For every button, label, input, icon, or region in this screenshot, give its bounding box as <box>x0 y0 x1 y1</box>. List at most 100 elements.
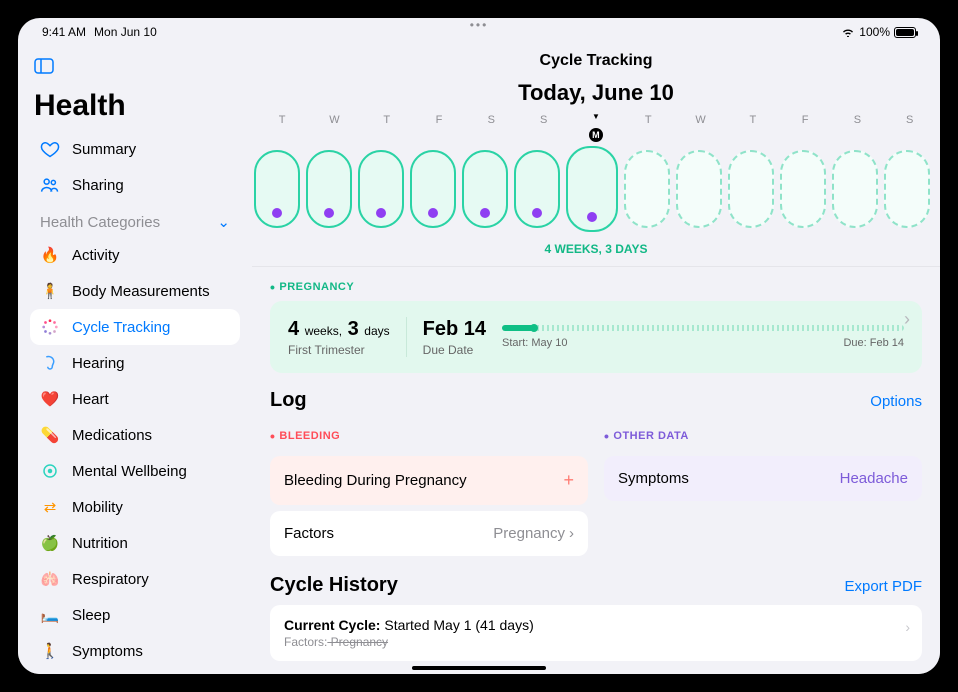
sidebar-item-mental[interactable]: Mental Wellbeing <box>30 453 240 489</box>
app-title: Health <box>30 89 240 131</box>
cycle-day-pill[interactable] <box>254 150 300 228</box>
sidebar-item-label: Nutrition <box>72 535 128 552</box>
flame-icon: 🔥 <box>40 245 60 265</box>
sidebar-item-label: Hearing <box>72 355 125 372</box>
walking-icon: 🚶 <box>40 641 60 661</box>
sidebar-item-mobility[interactable]: ⇄Mobility <box>30 489 240 525</box>
home-indicator[interactable] <box>412 666 546 670</box>
history-heading: Cycle History <box>270 574 398 597</box>
heart-outline-icon <box>40 139 60 159</box>
sidebar-item-activity[interactable]: 🔥 Activity <box>30 237 240 273</box>
progress-start-label: Start: May 10 <box>502 337 567 349</box>
pregnancy-section-label: •PREGNANCY <box>270 267 922 301</box>
cycle-day-pill-future[interactable] <box>728 150 774 228</box>
body-icon: 🧍 <box>40 281 60 301</box>
sidebar-item-respiratory[interactable]: 🫁Respiratory <box>30 561 240 597</box>
plus-icon[interactable]: + <box>563 470 574 491</box>
page-title: Cycle Tracking <box>252 46 940 74</box>
status-time: 9:41 AM <box>42 25 86 39</box>
sidebar-item-hearing[interactable]: Hearing <box>30 345 240 381</box>
export-pdf-link[interactable]: Export PDF <box>844 578 922 595</box>
sidebar-item-cycle[interactable]: Cycle Tracking <box>30 309 240 345</box>
status-date: Mon Jun 10 <box>94 25 157 39</box>
symptoms-value: Headache <box>840 470 908 487</box>
apple-icon: 🍏 <box>40 533 60 553</box>
cycle-day-pill[interactable] <box>462 150 508 228</box>
pregnancy-dot-icon <box>376 208 386 218</box>
cycle-day-pill[interactable] <box>358 150 404 228</box>
day-letter: S <box>886 114 934 126</box>
cycle-day-pill[interactable] <box>410 150 456 228</box>
sidebar-item-symptoms[interactable]: 🚶Symptoms <box>30 633 240 669</box>
bed-icon: 🛏️ <box>40 605 60 625</box>
cycle-day-strip[interactable] <box>252 126 940 242</box>
heart-icon: ❤️ <box>40 389 60 409</box>
cycle-day-pill-future[interactable] <box>624 150 670 228</box>
sidebar-toggle-icon[interactable] <box>30 54 240 89</box>
day-letter: W <box>310 114 358 126</box>
pregnancy-dot-icon <box>480 208 490 218</box>
pregnancy-dot-icon <box>428 208 438 218</box>
day-letter: S <box>833 114 881 126</box>
cycle-day-pill-future[interactable] <box>676 150 722 228</box>
day-letter: T <box>624 114 672 126</box>
sidebar-item-summary[interactable]: Summary <box>30 131 240 167</box>
sidebar-item-medications[interactable]: 💊Medications <box>30 417 240 453</box>
progress-end-label: Due: Feb 14 <box>843 337 904 349</box>
pregnancy-card[interactable]: › 4 weeks, 3 days First Trimester Feb 14… <box>270 301 922 373</box>
cycle-day-pill-future[interactable] <box>884 150 930 228</box>
sidebar-item-label: Mental Wellbeing <box>72 463 187 480</box>
ear-icon <box>40 353 60 373</box>
day-letter: W <box>677 114 725 126</box>
card-label: Factors <box>284 525 334 542</box>
cycle-icon <box>40 317 60 337</box>
sidebar-item-label: Sharing <box>72 177 124 194</box>
sidebar-item-vitals[interactable]: 〰️Vitals <box>30 669 240 674</box>
card-label: Symptoms <box>618 470 689 487</box>
chevron-right-icon: › <box>904 309 910 330</box>
cycle-history-card[interactable]: › Current Cycle: Started May 1 (41 days)… <box>270 605 922 661</box>
other-data-section-label: •OTHER DATA <box>604 416 922 450</box>
cycle-day-pill-today[interactable] <box>566 146 618 232</box>
cycle-day-pill-future[interactable] <box>780 150 826 228</box>
cycle-day-pill[interactable] <box>514 150 560 228</box>
wifi-icon <box>841 27 855 37</box>
bleeding-log-card[interactable]: Bleeding During Pregnancy + <box>270 456 588 505</box>
sidebar: Health Summary Sharing Health Categories… <box>18 46 252 674</box>
cycle-day-pill[interactable] <box>306 150 352 228</box>
chevron-right-icon: › <box>569 525 574 542</box>
day-letter: F <box>781 114 829 126</box>
sidebar-item-heart[interactable]: ❤️ Heart <box>30 381 240 417</box>
status-bar: 9:41 AM Mon Jun 10 ••• 100% <box>18 18 940 46</box>
day-letter: S <box>520 114 568 126</box>
factors-card[interactable]: Factors Pregnancy› <box>270 511 588 556</box>
today-marker-icon: M <box>589 128 603 142</box>
sidebar-item-sharing[interactable]: Sharing <box>30 167 240 203</box>
pregnancy-dot-icon <box>532 208 542 218</box>
card-label: Bleeding During Pregnancy <box>284 472 467 489</box>
battery-percent: 100% <box>859 25 890 39</box>
sidebar-item-body[interactable]: 🧍Body Measurements <box>30 273 240 309</box>
sidebar-item-label: Heart <box>72 391 109 408</box>
log-options-link[interactable]: Options <box>870 393 922 410</box>
sidebar-item-sleep[interactable]: 🛏️ Sleep <box>30 597 240 633</box>
symptoms-card[interactable]: Symptoms Headache <box>604 456 922 501</box>
sidebar-item-label: Cycle Tracking <box>72 319 170 336</box>
sidebar-item-nutrition[interactable]: 🍏 Nutrition <box>30 525 240 561</box>
multitask-dots[interactable]: ••• <box>470 18 489 32</box>
gestation-caption: 4 WEEKS, 3 DAYS <box>252 242 940 266</box>
brain-icon <box>40 461 60 481</box>
sidebar-item-label: Summary <box>72 141 136 158</box>
pill-icon: 💊 <box>40 425 60 445</box>
sidebar-item-label: Activity <box>72 247 120 264</box>
chevron-down-icon: ⌄ <box>217 213 230 231</box>
battery-icon <box>894 27 916 38</box>
sidebar-item-label: Sleep <box>72 607 110 624</box>
lungs-icon: 🫁 <box>40 569 60 589</box>
sidebar-categories-header[interactable]: Health Categories ⌄ <box>30 203 240 237</box>
day-letter: F <box>415 114 463 126</box>
cycle-day-pill-future[interactable] <box>832 150 878 228</box>
main-content: Cycle Tracking Today, June 10 T W T F S … <box>252 46 940 674</box>
pregnancy-dot-icon <box>272 208 282 218</box>
gestation-stat: 4 weeks, 3 days First Trimester <box>288 318 390 357</box>
